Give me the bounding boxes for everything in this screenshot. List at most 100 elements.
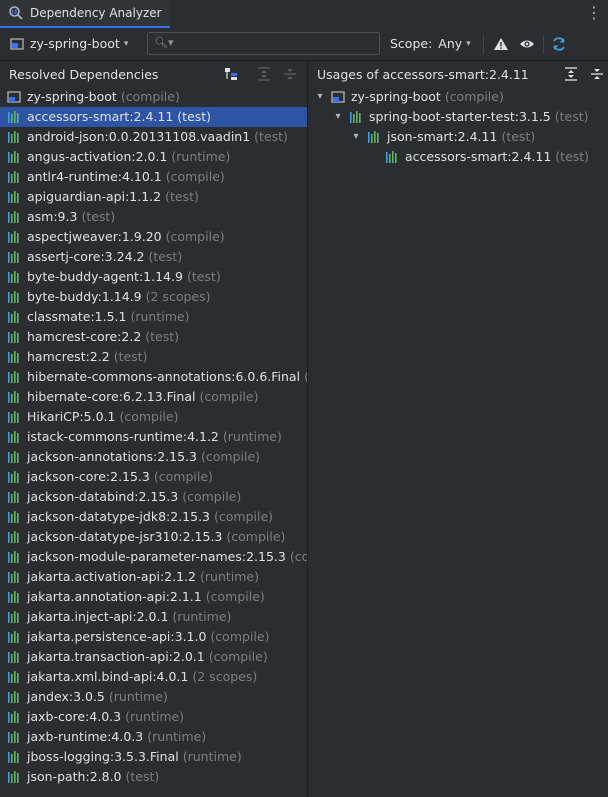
dependency-row[interactable]: jackson-datatype-jdk8:2.15.3 (compile) [0,507,307,527]
dependency-row[interactable]: jaxb-runtime:4.0.3 (runtime) [0,727,307,747]
usage-scope: (compile) [444,89,504,104]
usages-tree: ▾ zy-spring-boot (compile) ▾ spring-boot-sta… [308,87,608,167]
dependency-row[interactable]: byte-buddy:1.14.9 (2 scopes) [0,287,307,307]
dependency-scope: (runtime) [200,569,259,584]
dependency-scope: (runtime) [222,429,282,444]
resolved-dependencies-header: Resolved Dependencies [0,61,307,87]
expand-all-icon[interactable] [563,66,579,82]
dependency-name: jakarta.xml.bind-api:4.0.1 [27,669,189,684]
library-icon [8,551,19,563]
chevron-down-icon[interactable]: ▾ [350,127,362,147]
dependency-row[interactable]: json-path:2.8.0 (test) [0,767,307,787]
dependency-name: accessors-smart:2.4.11 [27,109,174,124]
library-icon [8,751,19,763]
dependency-row[interactable]: jandex:3.0.5 (runtime) [0,687,307,707]
dependency-name: byte-buddy-agent:1.14.9 [27,269,183,284]
dependency-row[interactable]: jakarta.activation-api:2.1.2 (runtime) [0,567,307,587]
dependency-name: jboss-logging:3.5.3.Final [27,749,179,764]
library-icon [8,171,19,183]
library-icon [8,191,19,203]
search-icon: 🔍︎▾ [154,36,174,49]
dependency-row[interactable]: HikariCP:5.0.1 (compile) [0,407,307,427]
dependency-row[interactable]: jakarta.xml.bind-api:4.0.1 (2 scopes) [0,667,307,687]
dependency-row[interactable]: jakarta.annotation-api:2.1.1 (compile) [0,587,307,607]
dependency-scope: (runtime) [182,749,242,764]
chevron-down-icon: ▾ [466,38,471,49]
dependency-row[interactable]: accessors-smart:2.4.11 (test) [0,107,307,127]
dependency-scope: (compile) [214,509,274,524]
library-icon [8,591,19,603]
usages-header: Usages of accessors-smart:2.4.11 [308,61,608,87]
dependency-scope: (compile) [153,469,213,484]
tab-dependency-analyzer[interactable]: Dependency Analyzer [0,0,170,28]
dependency-row[interactable]: angus-activation:2.0.1 (runtime) [0,147,307,167]
dependency-name: angus-activation:2.0.1 [27,149,168,164]
dependency-scope: (compile) [210,629,270,644]
usage-name: accessors-smart:2.4.11 [405,149,552,164]
scope-selector[interactable]: Scope: Any ▾ [390,36,471,51]
dependency-row[interactable]: jackson-annotations:2.15.3 (compile) [0,447,307,467]
dependency-name: jakarta.persistence-api:3.1.0 [27,629,207,644]
collapse-all-icon[interactable] [589,66,605,82]
chevron-down-icon[interactable]: ▾ [332,107,344,127]
usage-name: zy-spring-boot [351,89,441,104]
dependency-name: jaxb-core:4.0.3 [27,709,122,724]
usage-tree-row[interactable]: accessors-smart:2.4.11 (test) [308,147,608,167]
more-options-icon[interactable]: ⋮ [586,4,602,22]
dependency-row[interactable]: hibernate-core:6.2.13.Final (compile) [0,387,307,407]
dependency-row[interactable]: jackson-module-parameter-names:2.15.3(co… [0,547,307,567]
dependency-row[interactable]: classmate:1.5.1 (runtime) [0,307,307,327]
module-selector[interactable]: zy-spring-boot ▾ [10,36,128,51]
dependency-scope: (runtime) [125,709,185,724]
dependency-row[interactable]: jakarta.inject-api:2.0.1 (runtime) [0,607,307,627]
usage-tree-row[interactable]: ▾ json-smart:2.4.11 (test) [308,127,608,147]
chevron-down-icon[interactable]: ▾ [314,87,326,107]
warning-icon[interactable] [493,36,509,52]
dependency-scope: (runtime) [130,309,190,324]
dependency-row[interactable]: hamcrest-core:2.2 (test) [0,327,307,347]
usages-title: Usages of accessors-smart:2.4.11 [317,66,529,82]
dependency-row[interactable]: assertj-core:3.24.2 (test) [0,247,307,267]
library-icon [8,691,19,703]
dependency-scope: (test) [113,349,148,364]
dependency-scope: (runtime) [172,609,232,624]
search-input[interactable]: 🔍︎▾ [147,32,380,55]
dependency-row[interactable]: jboss-logging:3.5.3.Final (runtime) [0,747,307,767]
usage-tree-row[interactable]: ▾ zy-spring-boot (compile) [308,87,608,107]
library-icon [8,431,19,443]
dependency-scope: (test) [186,269,221,284]
usage-tree-row[interactable]: ▾ spring-boot-starter-test:3.1.5 (test) [308,107,608,127]
dependency-row[interactable]: hamcrest:2.2 (test) [0,347,307,367]
dependency-scope: (compile) [165,229,225,244]
dependency-row[interactable]: jaxb-core:4.0.3 (runtime) [0,707,307,727]
dependency-row[interactable]: byte-buddy-agent:1.14.9 (test) [0,267,307,287]
dependency-row[interactable]: apiguardian-api:1.1.2 (test) [0,187,307,207]
library-icon [8,211,19,223]
dependency-row[interactable]: antlr4-runtime:4.10.1 (compile) [0,167,307,187]
dependency-row[interactable]: aspectjweaver:1.9.20 (compile) [0,227,307,247]
expand-all-icon[interactable] [256,66,272,82]
library-icon [8,331,19,343]
dependency-name: hamcrest-core:2.2 [27,329,142,344]
eye-icon[interactable] [519,36,535,52]
dependency-row[interactable]: jakarta.persistence-api:3.1.0 (compile) [0,627,307,647]
group-by-icon[interactable] [224,66,240,82]
usages-panel: Usages of accessors-smart:2.4.11 ▾ zy-spr… [308,61,608,797]
dependency-name: android-json:0.0.20131108.vaadin1 [27,129,251,144]
dependency-row[interactable]: jackson-core:2.15.3 (compile) [0,467,307,487]
library-icon [8,451,19,463]
collapse-all-icon[interactable] [282,66,298,82]
dependency-name: classmate:1.5.1 [27,309,127,324]
dependency-row[interactable]: jackson-databind:2.15.3 (compile) [0,487,307,507]
dependency-name: jakarta.inject-api:2.0.1 [27,609,169,624]
dependency-row[interactable]: android-json:0.0.20131108.vaadin1 (test) [0,127,307,147]
dependency-row[interactable]: istack-commons-runtime:4.1.2 (runtime) [0,427,307,447]
root-module-row[interactable]: zy-spring-boot (compile) [0,87,307,107]
dependency-row[interactable]: asm:9.3 (test) [0,207,307,227]
refresh-icon[interactable] [551,36,567,52]
dependency-row[interactable]: hibernate-commons-annotations:6.0.6.Fina… [0,367,307,387]
dependency-row[interactable]: jackson-datatype-jsr310:2.15.3 (compile) [0,527,307,547]
dependency-row[interactable]: jakarta.transaction-api:2.0.1 (compile) [0,647,307,667]
dependency-name: jakarta.annotation-api:2.1.1 [27,589,202,604]
library-icon [8,251,19,263]
